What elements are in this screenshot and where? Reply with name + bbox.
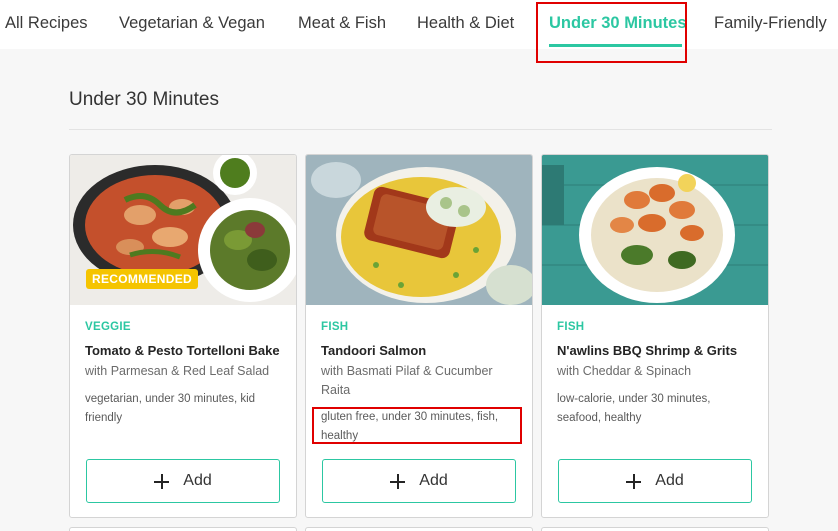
recipe-tags: low-calorie, under 30 minutes, seafood, …	[557, 393, 711, 424]
tab-vegetarian-vegan[interactable]: Vegetarian & Vegan	[119, 0, 265, 49]
active-tab-indicator	[549, 44, 682, 47]
tab-health-diet[interactable]: Health & Diet	[417, 0, 514, 49]
recipe-category: FISH	[557, 321, 585, 333]
recipe-card-tandoori-salmon[interactable]: FISH Tandoori Salmon with Basmati Pilaf …	[305, 154, 533, 518]
recipe-card-bbq-shrimp[interactable]: FISH N'awlins BBQ Shrimp & Grits with Ch…	[541, 154, 769, 518]
recipe-subtitle: with Parmesan & Red Leaf Salad	[85, 364, 270, 378]
add-recipe-button[interactable]: Add	[322, 459, 516, 503]
plus-icon	[626, 473, 642, 489]
tab-family-friendly[interactable]: Family-Friendly	[714, 0, 827, 49]
add-button-label: Add	[655, 472, 684, 489]
add-recipe-button[interactable]: Add	[86, 459, 280, 503]
recipe-card-tortelloni[interactable]: RECOMMENDED VEGGIE Tomato & Pesto Tortel…	[69, 154, 297, 518]
section-title: Under 30 Minutes	[69, 89, 219, 110]
recipe-image-bbq-shrimp	[542, 155, 768, 305]
recipe-title[interactable]: N'awlins BBQ Shrimp & Grits	[557, 343, 757, 358]
recipe-subtitle: with Cheddar & Spinach	[557, 364, 692, 378]
add-button-label: Add	[183, 472, 212, 489]
recipe-category: FISH	[321, 321, 349, 333]
plus-icon	[390, 473, 406, 489]
recipe-subtitle: with Basmati Pilaf & Cucumber Raita	[321, 364, 493, 397]
recipe-title[interactable]: Tomato & Pesto Tortelloni Bake	[85, 343, 285, 358]
recipe-tags: vegetarian, under 30 minutes, kid friend…	[85, 393, 256, 424]
recipe-card-next-row[interactable]	[69, 527, 297, 531]
category-tab-bar: All Recipes Vegetarian & Vegan Meat & Fi…	[0, 0, 838, 49]
recipe-category: VEGGIE	[85, 321, 131, 333]
recipe-image-tandoori-salmon	[306, 155, 532, 305]
recipe-title[interactable]: Tandoori Salmon	[321, 343, 521, 358]
tab-all-recipes[interactable]: All Recipes	[5, 0, 88, 49]
add-recipe-button[interactable]: Add	[558, 459, 752, 503]
recipe-card-next-row[interactable]	[305, 527, 533, 531]
recipe-card-next-row[interactable]	[541, 527, 769, 531]
tab-meat-fish[interactable]: Meat & Fish	[298, 0, 386, 49]
plus-icon	[154, 473, 170, 489]
add-button-label: Add	[419, 472, 448, 489]
tab-under-30-minutes[interactable]: Under 30 Minutes	[549, 0, 687, 49]
recipe-tags: gluten free, under 30 minutes, fish, hea…	[321, 411, 499, 442]
section-divider	[69, 129, 772, 130]
recommended-badge: RECOMMENDED	[86, 269, 198, 289]
